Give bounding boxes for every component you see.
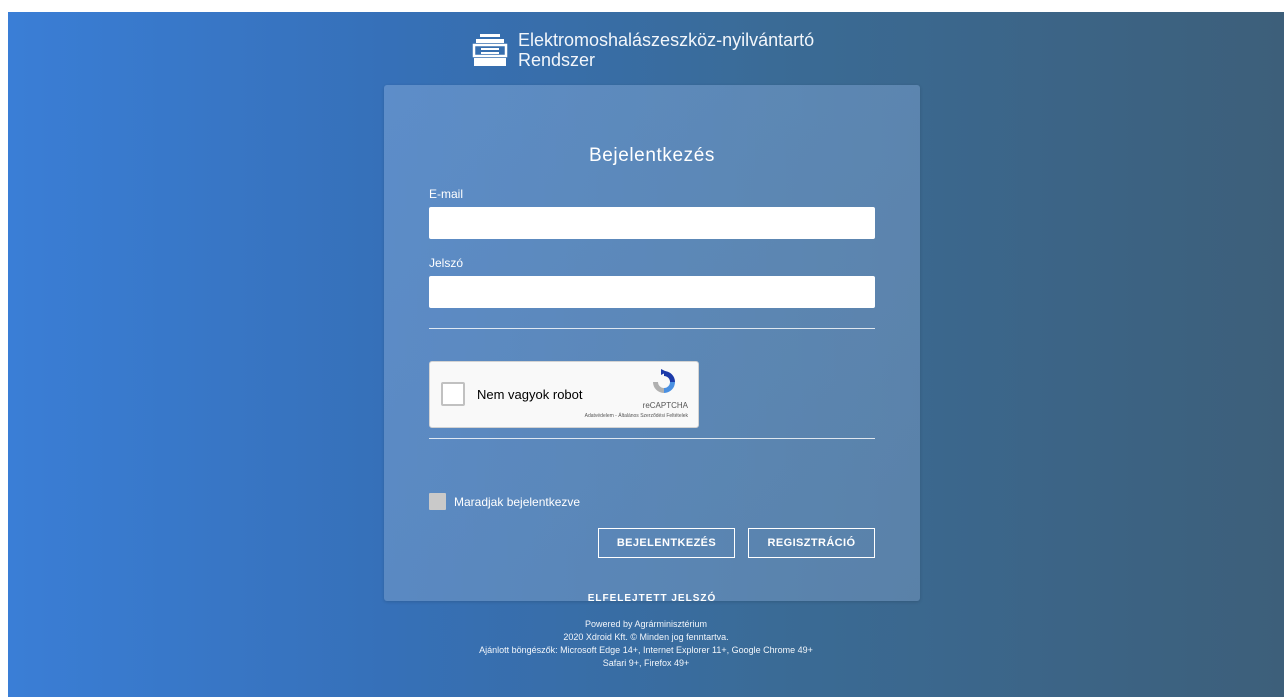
recaptcha-logo-icon bbox=[653, 369, 675, 393]
app-title: Elektromoshalászeszköz-nyilvántartó Rend… bbox=[518, 30, 814, 70]
divider-bottom bbox=[429, 438, 875, 439]
remember-me-label: Maradjak bejelentkezve bbox=[454, 494, 581, 509]
footer-line3: Ajánlott böngészők: Microsoft Edge 14+, … bbox=[479, 645, 813, 655]
register-button[interactable]: REGISZTRÁCIÓ bbox=[748, 528, 875, 558]
forgot-password-link[interactable]: ELFELEJTETT JELSZÓ bbox=[384, 593, 920, 604]
footer: Powered by Agrárminisztérium 2020 Xdroid… bbox=[8, 618, 1284, 670]
footer-line2: 2020 Xdroid Kft. © Minden jog fenntartva… bbox=[563, 632, 729, 642]
footer-line4: Safari 9+, Firefox 49+ bbox=[602, 658, 690, 668]
recaptcha-widget: Nem vagyok robot reCAPTCHA Adatvédelem -… bbox=[429, 361, 699, 428]
footer-line1: Powered by Agrárminisztérium bbox=[584, 619, 708, 629]
email-field[interactable] bbox=[429, 207, 875, 239]
email-label: E-mail bbox=[429, 187, 464, 201]
recaptcha-brand: reCAPTCHA bbox=[642, 401, 688, 410]
app-title-line2: Rendszer bbox=[518, 50, 596, 70]
password-field[interactable] bbox=[429, 276, 875, 308]
remember-me-checkbox[interactable] bbox=[429, 493, 446, 510]
remember-me[interactable]: Maradjak bejelentkezve bbox=[429, 493, 580, 510]
printer-stack-icon bbox=[472, 34, 508, 66]
password-label: Jelszó bbox=[429, 256, 464, 270]
divider-top bbox=[429, 328, 875, 329]
page-background: Elektromoshalászeszköz-nyilvántartó Rend… bbox=[8, 12, 1284, 697]
login-button[interactable]: BEJELENTKEZÉS bbox=[598, 528, 735, 558]
app-header: Elektromoshalászeszköz-nyilvántartó Rend… bbox=[472, 26, 892, 74]
login-card: Bejelentkezés E-mail Jelszó Nem vagyok r… bbox=[384, 85, 920, 604]
app-title-line1: Elektromoshalászeszköz-nyilvántartó bbox=[518, 30, 815, 50]
recaptcha-links[interactable]: Adatvédelem - Általános Szerződési Felté… bbox=[585, 413, 688, 419]
login-title: Bejelentkezés bbox=[588, 145, 716, 166]
recaptcha-label: Nem vagyok robot bbox=[477, 387, 583, 402]
recaptcha-checkbox[interactable] bbox=[441, 382, 465, 406]
